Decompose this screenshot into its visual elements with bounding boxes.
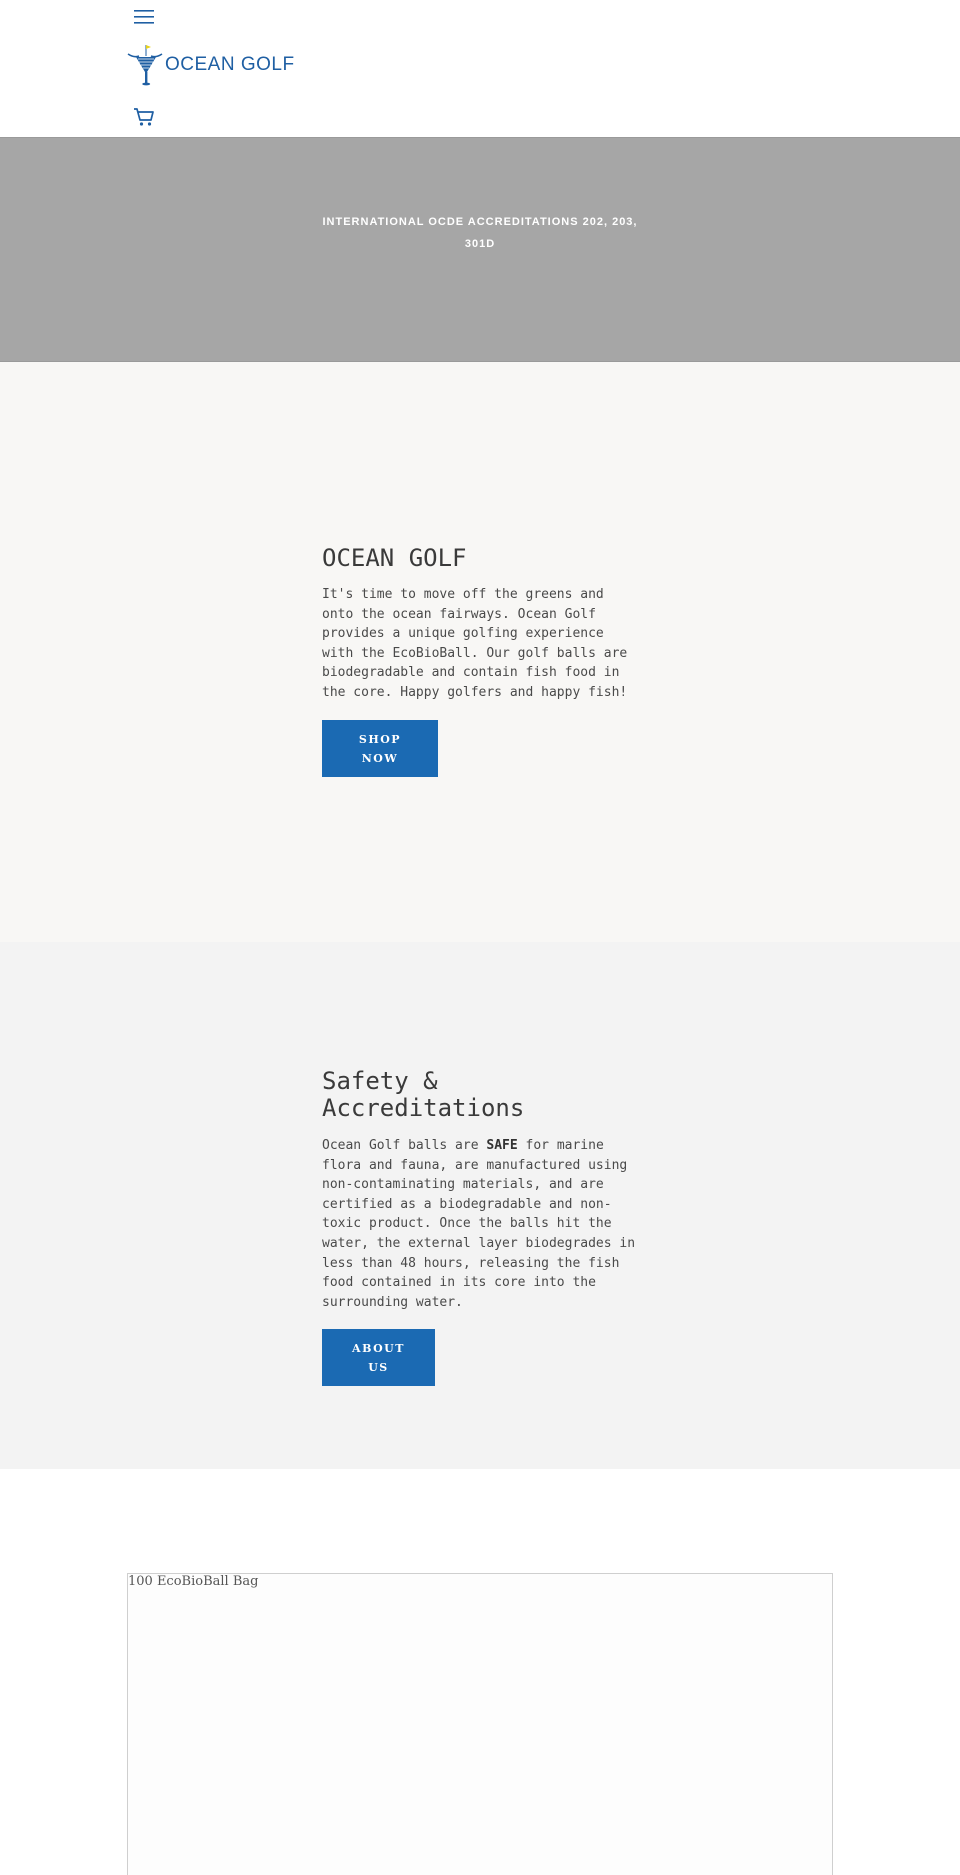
safety-text-bold: SAFE (486, 1138, 518, 1153)
about-us-label-2: US (368, 1361, 389, 1375)
logo-link[interactable]: OCEAN GOLF (126, 42, 295, 88)
site-header: OCEAN GOLF (0, 0, 960, 137)
intro-content: OCEAN GOLF It's time to move off the gre… (322, 545, 642, 777)
safety-content: Safety & Accreditations Ocean Golf balls… (322, 1067, 642, 1387)
banner-text: INTERNATIONAL OCDE ACCREDITATIONS 202, 2… (320, 211, 640, 255)
safety-section: Safety & Accreditations Ocean Golf balls… (0, 942, 960, 1469)
announcement-banner: INTERNATIONAL OCDE ACCREDITATIONS 202, 2… (0, 137, 960, 362)
cart-button[interactable] (133, 106, 157, 130)
intro-text: It's time to move off the greens and ont… (322, 587, 628, 700)
shopping-cart-icon (134, 108, 154, 126)
menu-button[interactable] (134, 8, 158, 28)
shop-now-label-1: SHOP (358, 732, 402, 746)
intro-section: OCEAN GOLF It's time to move off the gre… (0, 362, 960, 942)
hamburger-menu-icon (134, 10, 154, 24)
safety-text-before: Ocean Golf balls are (322, 1138, 487, 1153)
banner-line-2: 301D (464, 238, 496, 250)
intro-heading: OCEAN GOLF (322, 544, 467, 572)
logo-text: OCEAN GOLF (165, 54, 295, 75)
about-us-button[interactable]: ABOUT US (322, 1329, 435, 1387)
safety-text: Ocean Golf balls are SAFE for marine flo… (322, 1136, 642, 1312)
safety-text-after: for marine flora and fauna, are manufact… (322, 1138, 636, 1310)
product-image-frame[interactable]: 100 EcoBioBall Bag (127, 1573, 833, 1875)
shop-now-label-2: NOW (361, 751, 399, 765)
golf-flag-logo-icon (127, 45, 163, 86)
safety-heading: Safety & Accreditations (322, 1067, 525, 1122)
product-image-alt-text: 100 EcoBioBall Bag (128, 1574, 259, 1589)
shop-now-button[interactable]: SHOP NOW (322, 719, 438, 777)
banner-line-1: INTERNATIONAL OCDE ACCREDITATIONS 202, 2… (322, 216, 638, 228)
about-us-label-1: ABOUT (352, 1342, 405, 1356)
